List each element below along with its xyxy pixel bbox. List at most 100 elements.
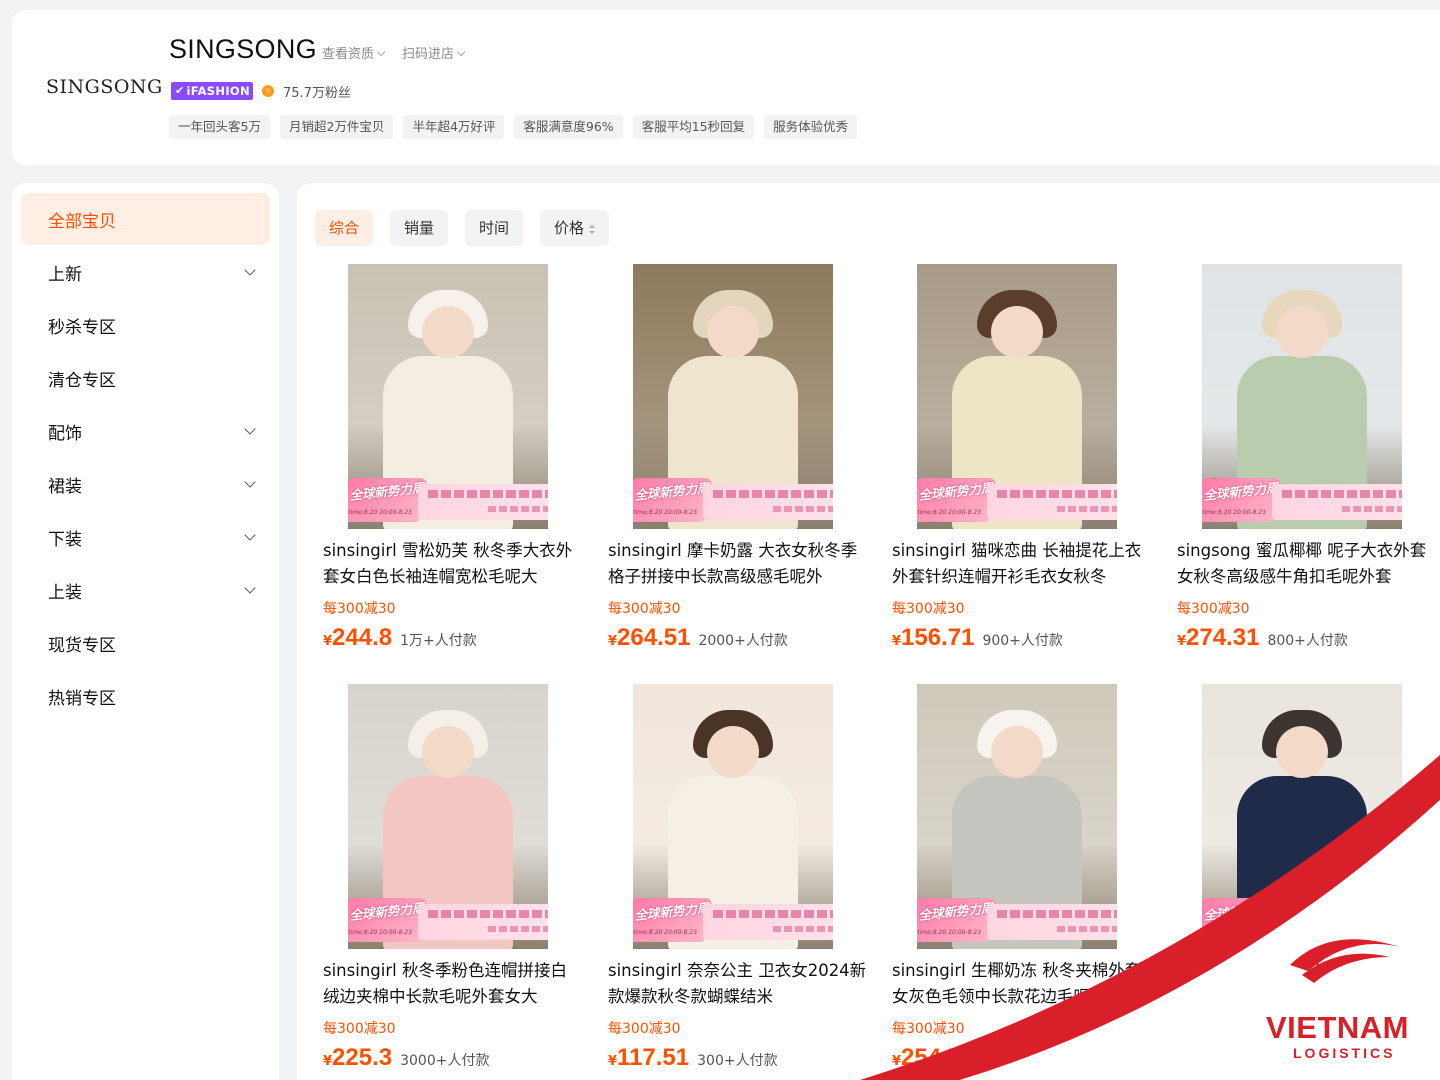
sort-tab-time[interactable]: 时间: [465, 210, 524, 246]
sidebar-item-label: 热销专区: [48, 689, 116, 709]
price-row: ¥ 117.51 300+人付款: [608, 1044, 778, 1072]
shop-tag: 月销超2万件宝贝: [279, 115, 394, 139]
chevron-down-icon[interactable]: [244, 529, 256, 541]
currency-symbol: ¥: [892, 634, 902, 649]
product-title[interactable]: sinsingirl 摩卡奶露 大衣女秋冬季格子拼接中长款高级感毛呢外: [608, 538, 868, 590]
shop-tag: 客服满意度96%: [514, 115, 623, 139]
currency-symbol: ¥: [608, 1054, 618, 1069]
chevron-down-icon[interactable]: [244, 582, 256, 594]
ifashion-badge-label: iFASHION: [186, 84, 250, 98]
sidebar-item-accessories[interactable]: 配饰: [21, 405, 270, 458]
ifashion-badge: ✔ iFASHION: [171, 82, 253, 100]
sidebar-item-hot-sale[interactable]: 热销专区: [21, 670, 270, 723]
product-image[interactable]: 全球新势力周 time:8.20 20:00-8.23: [917, 264, 1117, 529]
sort-tab-label: 价格: [554, 219, 585, 237]
sidebar-item-bottoms[interactable]: 下装: [21, 511, 270, 564]
shop-tag: 一年回头客5万: [169, 115, 270, 139]
promo-banner: 全球新势力周 time:8.20 20:00-8.23: [633, 898, 833, 946]
sort-tab-label: 时间: [479, 219, 510, 237]
price-row: ¥ 254.7 500+人付款: [892, 1044, 1050, 1072]
product-image[interactable]: 全球新势力周 time:8.20 20:00-8.23: [1202, 264, 1402, 529]
sort-tab-price[interactable]: 价格: [540, 210, 610, 246]
sidebar-item-clearance[interactable]: 清仓专区: [21, 352, 270, 405]
sort-bar: 综合 销量 时间 价格: [315, 210, 610, 246]
coupon-label: 每300减30: [608, 601, 681, 617]
price-row: ¥ 156.71 900+人付款: [892, 624, 1063, 652]
sidebar-item-label: 全部宝贝: [48, 211, 116, 232]
chevron-down-icon[interactable]: [244, 476, 256, 488]
sidebar-item-new[interactable]: 上新: [21, 246, 270, 299]
product-title[interactable]: sinsingirl 学院风 秋冬季海军蓝牛角扣毛呢大衣: [1177, 958, 1437, 1010]
shop-name[interactable]: SINGSONG: [169, 34, 317, 65]
promo-banner: 全球新势力周 time:8.20 20:00-8.23: [348, 478, 548, 526]
coupon-label: 每300减30: [323, 1021, 396, 1037]
sort-tab-label: 销量: [404, 219, 435, 237]
chevron-down-icon: [456, 47, 466, 57]
currency-symbol: ¥: [323, 1054, 333, 1069]
sales-count: 600+人付款: [1254, 1053, 1335, 1069]
promo-banner: 全球新势力周 time:8.20 20:00-8.23: [917, 478, 1117, 526]
sidebar-item-label: 配饰: [48, 424, 82, 444]
product-title[interactable]: sinsingirl 奈奈公主 卫衣女2024新款爆款秋冬款蝴蝶结米: [608, 958, 868, 1010]
promo-banner: 全球新势力周 time:8.20 20:00-8.23: [1202, 478, 1402, 526]
sidebar-item-in-stock[interactable]: 现货专区: [21, 617, 270, 670]
product-price: 117.51: [617, 1044, 690, 1071]
sidebar-item-label: 清仓专区: [48, 371, 116, 391]
currency-symbol: ¥: [892, 1054, 902, 1069]
sales-count: 1万+人付款: [400, 633, 477, 649]
product-price: 225.3: [332, 1044, 393, 1071]
sort-tab-default[interactable]: 综合: [315, 210, 374, 246]
coupon-label: 每300减30: [323, 601, 396, 617]
product-title[interactable]: sinsingirl 猫咪恋曲 长袖提花上衣外套针织连帽开衫毛衣女秋冬: [892, 538, 1152, 590]
product-price: 274.31: [1186, 624, 1260, 651]
sidebar-item-flash-sale[interactable]: 秒杀专区: [21, 299, 270, 352]
fans-count: 75.7万粉丝: [283, 86, 351, 101]
sales-count: 3000+人付款: [400, 1053, 490, 1069]
product-title[interactable]: singsong 蜜瓜椰椰 呢子大衣外套女秋冬高级感牛角扣毛呢外套: [1177, 538, 1437, 590]
product-image[interactable]: 全球新势力周 time:8.20 20:00-8.23: [633, 264, 833, 529]
sidebar-item-all[interactable]: 全部宝贝: [21, 193, 270, 245]
sales-count: 300+人付款: [697, 1053, 778, 1069]
coupon-label: 每300减30: [1177, 601, 1250, 617]
category-sidebar: 全部宝贝 上新 秒杀专区 清仓专区 配饰 裙装 下装 上装 现货专区 热销专区: [12, 183, 279, 1080]
sidebar-item-label: 秒杀专区: [48, 318, 116, 338]
sidebar-item-dresses[interactable]: 裙装: [21, 458, 270, 511]
sales-count: 2000+人付款: [698, 633, 788, 649]
sort-tab-sales[interactable]: 销量: [390, 210, 449, 246]
product-title[interactable]: sinsingirl 雪松奶芙 秋冬季大衣外套女白色长袖连帽宽松毛呢大: [323, 538, 583, 590]
sidebar-item-tops[interactable]: 上装: [21, 564, 270, 617]
shop-tag: 服务体验优秀: [764, 115, 858, 139]
product-image[interactable]: 全球新势力周 time:8.20 20:00-8.23: [1202, 684, 1402, 949]
sidebar-item-label: 上新: [48, 265, 82, 285]
coupon-label: 每300减30: [892, 1021, 965, 1037]
product-listing: 综合 销量 时间 价格 全球新势力周 time:8.20 20:00-8.23 s…: [297, 183, 1440, 1080]
chevron-down-icon[interactable]: [244, 264, 256, 276]
promo-banner: 全球新势力周 time:8.20 20:00-8.23: [348, 898, 548, 946]
sales-count: 500+人付款: [969, 1053, 1050, 1069]
product-price: 244.8: [332, 624, 393, 651]
view-credentials-link[interactable]: 查看资质: [322, 43, 386, 62]
sidebar-item-label: 现货专区: [48, 636, 116, 656]
product-price: 254.7: [901, 1044, 962, 1071]
product-price: 156.71: [901, 624, 975, 651]
shop-logo[interactable]: SINGSONG: [46, 76, 163, 98]
product-image[interactable]: 全球新势力周 time:8.20 20:00-8.23: [348, 264, 548, 529]
currency-symbol: ¥: [1177, 1054, 1187, 1069]
promo-banner: 全球新势力周 time:8.20 20:00-8.23: [917, 898, 1117, 946]
product-image[interactable]: 全球新势力周 time:8.20 20:00-8.23: [917, 684, 1117, 949]
product-title[interactable]: sinsingirl 生椰奶冻 秋冬夹棉外套女灰色毛领中长款花边毛呢大: [892, 958, 1152, 1010]
coupon-label: 每300减30: [608, 1021, 681, 1037]
currency-symbol: ¥: [323, 634, 333, 649]
sales-count: 800+人付款: [1267, 633, 1348, 649]
shop-tags: 一年回头客5万 月销超2万件宝贝 半年超4万好评 客服满意度96% 客服平均15…: [169, 115, 858, 139]
product-image[interactable]: 全球新势力周 time:8.20 20:00-8.23: [348, 684, 548, 949]
coupon-label: 每300减30: [1177, 1021, 1250, 1037]
chevron-down-icon: [376, 47, 386, 57]
chevron-down-icon[interactable]: [244, 423, 256, 435]
product-title[interactable]: sinsingirl 秋冬季粉色连帽拼接白绒边夹棉中长款毛呢外套女大: [323, 958, 583, 1010]
price-row: ¥ 268.9 600+人付款: [1177, 1044, 1335, 1072]
currency-symbol: ¥: [608, 634, 618, 649]
price-row: ¥ 274.31 800+人付款: [1177, 624, 1348, 652]
product-image[interactable]: 全球新势力周 time:8.20 20:00-8.23: [633, 684, 833, 949]
scan-to-enter-link[interactable]: 扫码进店: [402, 43, 466, 62]
